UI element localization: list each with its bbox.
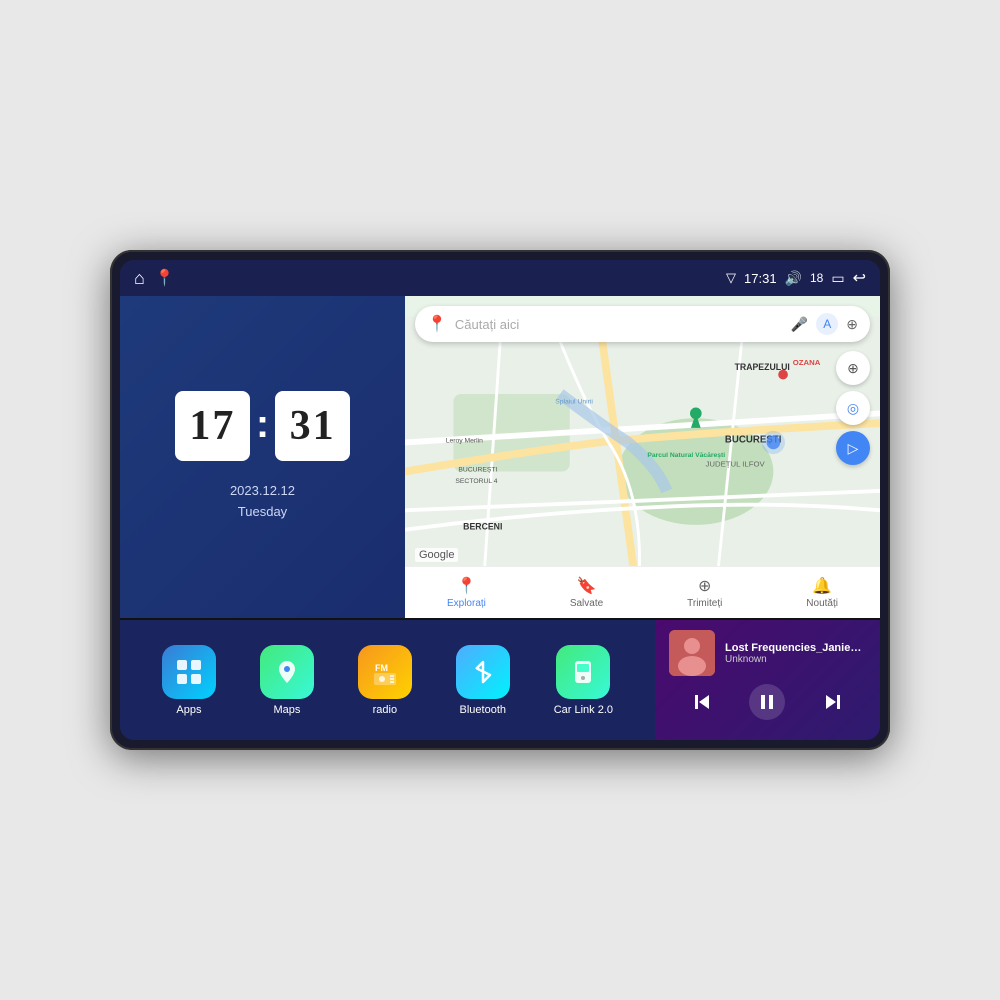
app-item-radio[interactable]: FM radio [358,645,412,716]
map-search-bar[interactable]: 📍 Căutați aici 🎤 A ⊕ [415,306,870,342]
map-nav-saved[interactable]: 🔖 Salvate [570,576,603,609]
radio-icon: FM [358,645,412,699]
maps-label: Maps [273,704,300,716]
news-label: Noutăți [806,598,838,609]
svg-text:Splaiul Unirii: Splaiul Unirii [555,399,593,406]
map-nav-news[interactable]: 🔔 Noutăți [806,576,838,609]
map-bottom-nav: 📍 Explorați 🔖 Salvate ⊕ Trimiteți 🔔 [405,566,880,618]
music-album-art [669,630,715,676]
carlink-icon [556,645,610,699]
map-more-icon[interactable]: ⊕ [846,316,858,333]
music-text: Lost Frequencies_Janieck Devy-... Unknow… [725,642,866,665]
map-nav-send[interactable]: ⊕ Trimiteți [687,576,722,609]
svg-text:Parcul Natural Văcărești: Parcul Natural Văcărești [647,452,725,459]
app-item-maps[interactable]: Maps [260,645,314,716]
map-account-icon[interactable]: A [816,313,838,335]
play-pause-button[interactable] [749,684,785,720]
send-label: Trimiteți [687,598,722,609]
music-info-row: Lost Frequencies_Janieck Devy-... Unknow… [669,630,866,676]
clock-display: 17 : 31 [175,391,350,461]
radio-label: radio [373,704,397,716]
clock-colon: : [256,402,269,447]
svg-text:FM: FM [375,663,388,673]
explore-icon: 📍 [456,576,476,596]
clock-minutes: 31 [275,391,350,461]
map-mic-icon[interactable]: 🎤 [791,316,808,333]
music-artist: Unknown [725,654,866,665]
map-location-btn[interactable]: ◎ [836,391,870,425]
map-controls: ⊕ ◎ ▷ [836,351,870,465]
send-icon: ⊕ [698,576,711,596]
explore-label: Explorați [447,598,486,609]
google-logo: Google [415,548,458,562]
svg-text:Leroy Merlin: Leroy Merlin [446,437,483,444]
apps-icon [162,645,216,699]
volume-icon[interactable]: 🔊 [785,270,802,287]
map-pin-icon: 📍 [427,314,447,334]
app-item-bluetooth[interactable]: Bluetooth [456,645,510,716]
bluetooth-icon [456,645,510,699]
battery-level: 18 [810,271,823,285]
clock-panel: 17 : 31 2023.12.12 Tuesday [120,296,405,618]
carlink-label: Car Link 2.0 [554,704,613,716]
status-right-info: ▽ 17:31 🔊 18 ▭ ↩ [726,268,866,288]
svg-text:BERCENI: BERCENI [463,522,502,532]
map-navigate-btn[interactable]: ▷ [836,431,870,465]
app-item-carlink[interactable]: Car Link 2.0 [554,645,613,716]
status-bar: ⌂ 📍 ▽ 17:31 🔊 18 ▭ ↩ [120,260,880,296]
status-left-icons: ⌂ 📍 [134,268,175,289]
svg-text:OZANA: OZANA [793,358,821,367]
maps-nav-icon[interactable]: 📍 [155,268,175,288]
svg-text:BUCUREȘTI: BUCUREȘTI [458,467,497,474]
app-item-apps[interactable]: Apps [162,645,216,716]
bottom-section: Apps Maps [120,620,880,740]
device-screen: ⌂ 📍 ▽ 17:31 🔊 18 ▭ ↩ 17 : 31 [120,260,880,740]
svg-text:JUDEȚUL ILFOV: JUDEȚUL ILFOV [706,460,766,469]
next-button[interactable] [815,684,851,720]
status-time: 17:31 [744,271,777,286]
map-nav-explore[interactable]: 📍 Explorați [447,576,486,609]
clock-hours: 17 [175,391,250,461]
top-section: 17 : 31 2023.12.12 Tuesday [120,296,880,618]
bluetooth-label: Bluetooth [460,704,506,716]
main-content: 17 : 31 2023.12.12 Tuesday [120,296,880,740]
clock-date: 2023.12.12 Tuesday [230,481,295,523]
back-icon[interactable]: ↩ [853,268,866,288]
map-search-text: Căutați aici [455,317,783,332]
saved-label: Salvate [570,598,603,609]
svg-text:SECTORUL 4: SECTORUL 4 [455,478,497,485]
home-icon[interactable]: ⌂ [134,268,145,289]
music-panel: Lost Frequencies_Janieck Devy-... Unknow… [655,620,880,740]
saved-icon: 🔖 [577,576,597,596]
apps-row: Apps Maps [120,620,655,740]
map-panel[interactable]: TRAPEZULUI BUCUREȘTI JUDEȚUL ILFOV BERCE… [405,296,880,618]
news-icon: 🔔 [812,576,832,596]
car-head-unit: ⌂ 📍 ▽ 17:31 🔊 18 ▭ ↩ 17 : 31 [110,250,890,750]
apps-label: Apps [176,704,201,716]
music-controls [669,684,866,720]
signal-icon: ▽ [726,270,736,286]
map-layers-btn[interactable]: ⊕ [836,351,870,385]
music-title: Lost Frequencies_Janieck Devy-... [725,642,866,654]
prev-button[interactable] [684,684,720,720]
maps-icon-btn [260,645,314,699]
battery-icon: ▭ [831,270,844,287]
